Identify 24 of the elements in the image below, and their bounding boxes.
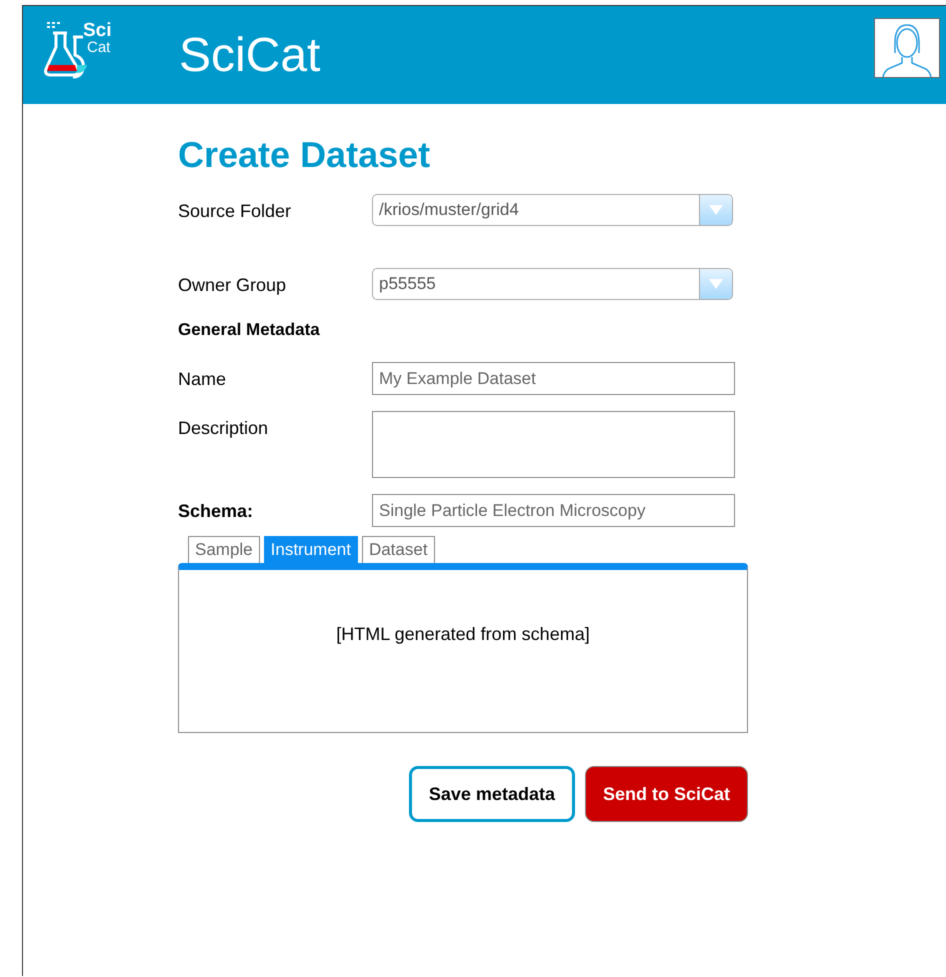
field-label: Source Folder bbox=[178, 200, 292, 222]
field-label: Name bbox=[178, 368, 228, 390]
save-button[interactable]: Save metadata bbox=[408, 766, 575, 822]
schema-input[interactable]: Single Particle Electron Microscopy bbox=[372, 494, 735, 527]
logo-text: Cat bbox=[87, 40, 112, 55]
dropdown-arrow-icon bbox=[709, 205, 723, 215]
dropdown[interactable]: p55555 bbox=[372, 268, 733, 300]
dropdown-arrow-icon bbox=[709, 279, 723, 289]
user-avatar[interactable] bbox=[874, 18, 940, 78]
text-area[interactable] bbox=[372, 411, 735, 478]
logo-text: Sci bbox=[83, 21, 112, 40]
app-title: SciCat bbox=[179, 28, 322, 82]
field-label: Schema: bbox=[178, 500, 254, 522]
field-label: Owner Group bbox=[178, 274, 288, 296]
tab[interactable]: Instrument bbox=[264, 536, 358, 563]
tab[interactable]: Dataset bbox=[362, 536, 435, 563]
panel-text: [HTML generated from schema] bbox=[336, 624, 590, 646]
send-button[interactable]: Send to SciCat bbox=[584, 766, 748, 822]
section-heading: General Metadata bbox=[178, 320, 321, 340]
text-input[interactable]: My Example Dataset bbox=[372, 362, 735, 395]
tab[interactable]: Sample bbox=[188, 536, 260, 563]
dropdown[interactable]: /krios/muster/grid4 bbox=[372, 194, 733, 226]
page-title: Create Dataset bbox=[178, 134, 432, 176]
field-label: Description bbox=[178, 417, 270, 439]
